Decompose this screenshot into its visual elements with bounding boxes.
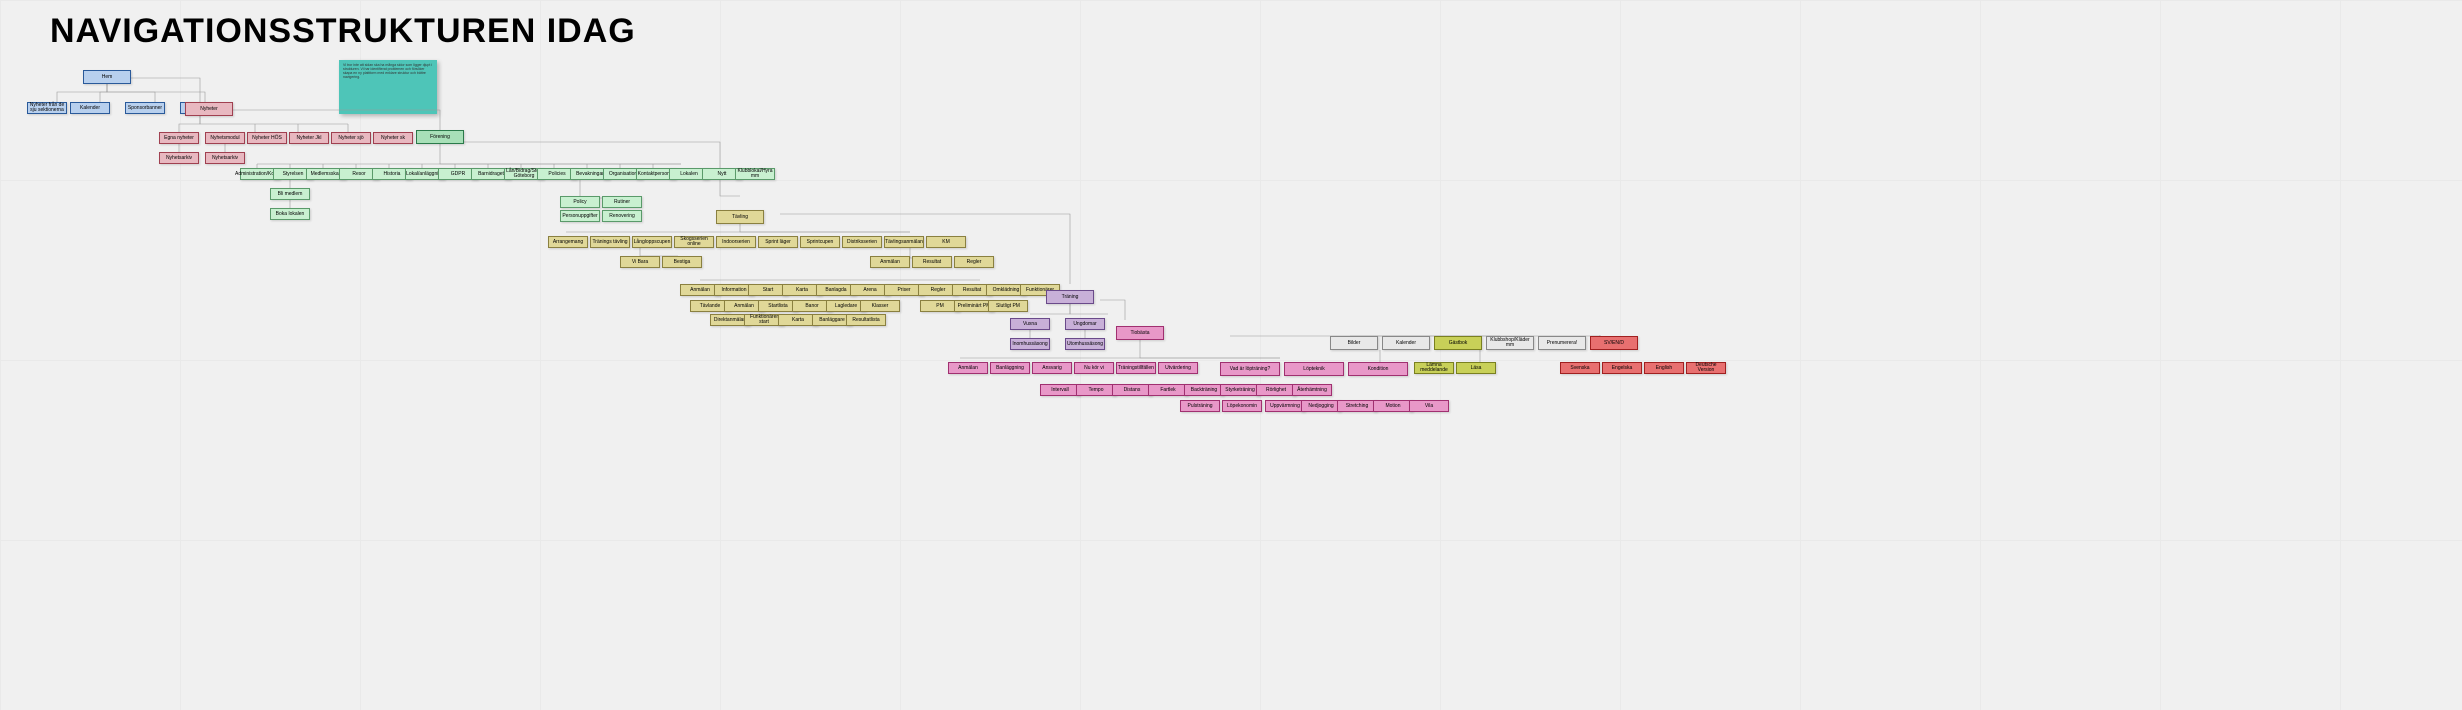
node-forening[interactable]: Förening	[416, 130, 464, 144]
tio-row1-5[interactable]: Utvärdering	[1158, 362, 1198, 374]
tio-row1-3[interactable]: Nu kör vi	[1074, 362, 1114, 374]
tio-row2-1[interactable]: Tempo	[1076, 384, 1116, 396]
node-tio-b2[interactable]: Kondition	[1348, 362, 1408, 376]
node-ny-b0[interactable]: Nyhetsmodul	[205, 132, 245, 144]
node-tav-km0[interactable]: Anmälan	[870, 256, 910, 268]
node-for-gdpr1[interactable]: Rutiner	[602, 196, 642, 208]
node-tavling[interactable]: Tävling	[716, 210, 764, 224]
node-tio-b1[interactable]: Löpteknik	[1284, 362, 1344, 376]
tav-row1-7[interactable]: Distriksserien	[842, 236, 882, 248]
node-tav-arr0[interactable]: Vi Bara	[620, 256, 660, 268]
node-kal[interactable]: Kalender	[1382, 336, 1430, 350]
node-pren[interactable]: Prenumerera!	[1538, 336, 1586, 350]
node-gast[interactable]: Gästbok	[1434, 336, 1482, 350]
tio-row2-6[interactable]: Rörlighet	[1256, 384, 1296, 396]
node-tav-arr1[interactable]: Bestiga	[662, 256, 702, 268]
node-sv0[interactable]: Svenska	[1560, 362, 1600, 374]
tav-row1-9[interactable]: KM	[926, 236, 966, 248]
tio-row1-1[interactable]: Banläggning	[990, 362, 1030, 374]
tio-row1-2[interactable]: Ansvarig	[1032, 362, 1072, 374]
node-ny-arkiv1[interactable]: Nyhetsarkiv	[159, 152, 199, 164]
node-nyheter[interactable]: Nyheter	[185, 102, 233, 116]
tav-row2s1-5[interactable]: Klasser	[860, 300, 900, 312]
tio-row2-4[interactable]: Backträning	[1184, 384, 1224, 396]
node-hem-c1[interactable]: Kalender	[70, 102, 110, 114]
tav-row1-8[interactable]: Tävlingsanmälan	[884, 236, 924, 248]
node-shop[interactable]: Klubbshop/Kläder mm	[1486, 336, 1534, 350]
sticky-note[interactable]: Vi tror inte att sidan ska ha många sido…	[339, 60, 437, 114]
tio-row3b-0[interactable]: Uppvärmning	[1265, 400, 1305, 412]
node-hem-c2[interactable]: Sponsorbanner	[125, 102, 165, 114]
tav-row2s2-4[interactable]: Resultatlista	[846, 314, 886, 326]
node-tav-km2[interactable]: Regler	[954, 256, 994, 268]
tio-row2-5[interactable]: Styrketräning	[1220, 384, 1260, 396]
node-lang[interactable]: SV/EN/D	[1590, 336, 1638, 350]
node-tio-3a0[interactable]: Pulsträning	[1180, 400, 1220, 412]
tio-row1-4[interactable]: Träningstillfällen	[1116, 362, 1156, 374]
tav-row1-1[interactable]: Tränings tävling	[590, 236, 630, 248]
tio-row2-2[interactable]: Distans	[1112, 384, 1152, 396]
node-ny-b4[interactable]: Nyheter sk	[373, 132, 413, 144]
tav-row2s3-2[interactable]: Slutligt PM	[988, 300, 1028, 312]
tio-row2-3[interactable]: Fartlek	[1148, 384, 1188, 396]
node-hem[interactable]: Hem	[83, 70, 131, 84]
node-gast0[interactable]: Lämna meddelande	[1414, 362, 1454, 374]
node-tr-i[interactable]: Inomhussäsong	[1010, 338, 1050, 350]
node-for-n0[interactable]: Renovering	[602, 210, 642, 222]
node-tr-o[interactable]: Utomhussäsong	[1065, 338, 1105, 350]
tio-row3b-1[interactable]: Nedjogging	[1301, 400, 1341, 412]
tio-row2-7[interactable]: Återhämtning	[1292, 384, 1332, 396]
tio-row1-0[interactable]: Anmälan	[948, 362, 988, 374]
node-hem-c0[interactable]: Nyheter från de sju sektionerna	[27, 102, 67, 114]
node-tav-km1[interactable]: Resultat	[912, 256, 952, 268]
tav-row1-4[interactable]: Indoorserien	[716, 236, 756, 248]
tav-row1-0[interactable]: Arrangemang	[548, 236, 588, 248]
node-for-medsub[interactable]: Bli medlem	[270, 188, 310, 200]
node-tio-b0[interactable]: Vad är löpträning?	[1220, 362, 1280, 376]
tio-row3b-2[interactable]: Stretching	[1337, 400, 1377, 412]
node-for-lok[interactable]: Boka lokalen	[270, 208, 310, 220]
for-row-15[interactable]: Klubblokal/Hyra mm	[735, 168, 775, 180]
tav-row1-5[interactable]: Sprint läger	[758, 236, 798, 248]
page-title: NAVIGATIONSSTRUKTUREN IDAG	[50, 12, 636, 51]
node-for-gdpr0[interactable]: Policy	[560, 196, 600, 208]
tav-row1-3[interactable]: Skogsserien online	[674, 236, 714, 248]
node-ny-b2[interactable]: Nyheter Jkl	[289, 132, 329, 144]
tio-row2-0[interactable]: Intervall	[1040, 384, 1080, 396]
node-bilder[interactable]: Bilder	[1330, 336, 1378, 350]
node-ny-arkiv2[interactable]: Nyhetsarkiv	[205, 152, 245, 164]
node-ny-b1[interactable]: Nyheter HÖS	[247, 132, 287, 144]
node-sv1[interactable]: Engelska	[1602, 362, 1642, 374]
node-sv2[interactable]: English	[1644, 362, 1684, 374]
node-tr-u[interactable]: Ungdomar	[1065, 318, 1105, 330]
node-ny-egna[interactable]: Egna nyheter	[159, 132, 199, 144]
node-gast1[interactable]: Läsa	[1456, 362, 1496, 374]
tav-row1-2[interactable]: Långloppscupen	[632, 236, 672, 248]
node-ny-b3[interactable]: Nyheter sjö	[331, 132, 371, 144]
node-sv3[interactable]: Deutsche Version	[1686, 362, 1726, 374]
node-traning[interactable]: Träning	[1046, 290, 1094, 304]
node-tr-v[interactable]: Vuxna	[1010, 318, 1050, 330]
tio-row3b-4[interactable]: Vila	[1409, 400, 1449, 412]
node-tio-3a1[interactable]: Löpekonomin	[1222, 400, 1262, 412]
tio-row3b-3[interactable]: Motion	[1373, 400, 1413, 412]
node-tio[interactable]: Tiobästa	[1116, 326, 1164, 340]
tav-row1-6[interactable]: Sprintcupen	[800, 236, 840, 248]
node-for-gdpr2[interactable]: Personuppgifter	[560, 210, 600, 222]
